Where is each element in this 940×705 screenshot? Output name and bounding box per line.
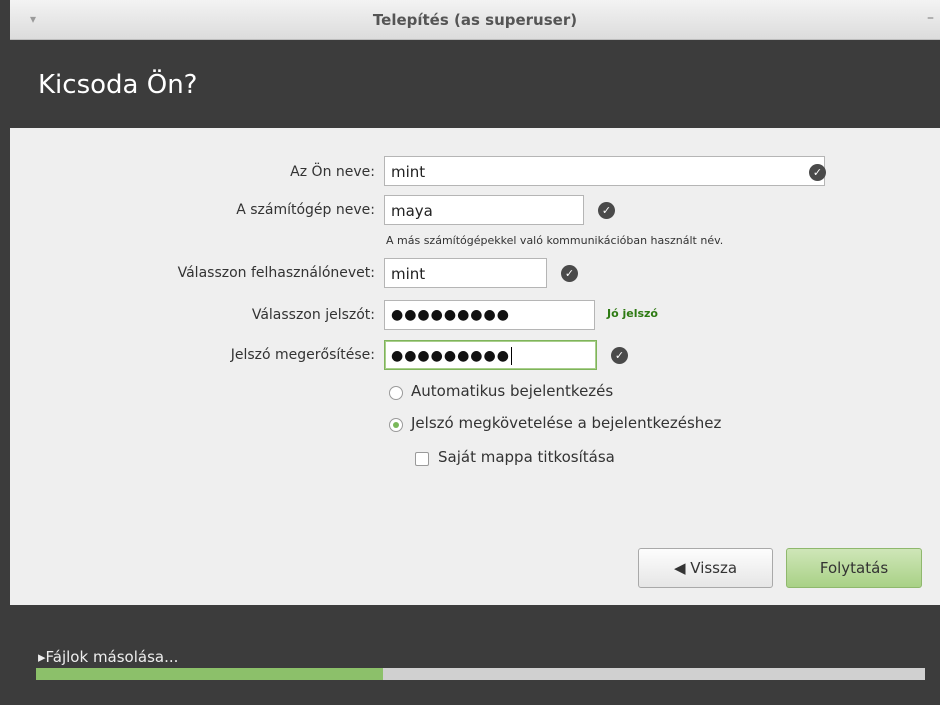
back-button[interactable]: ◀ Vissza [638,548,773,588]
back-button-label: Vissza [690,559,738,577]
progress-bar-fill [36,668,383,680]
confirm-password-label: Jelszó megerősítése: [230,347,375,363]
confirm-password-input[interactable]: ●●●●●●●●● [384,340,597,370]
name-input[interactable]: mint [384,156,825,186]
password-label: Válasszon jelszót: [251,307,375,323]
require-password-radio[interactable] [389,418,403,432]
confirm-password-value: ●●●●●●●●● [391,348,510,364]
copy-status-toggle[interactable]: ▸Fájlok másolása... [38,648,178,666]
username-input[interactable]: mint [384,258,547,288]
require-password-label[interactable]: Jelszó megkövetelése a bejelentkezéshez [411,414,721,432]
progress-footer: ▸Fájlok másolása... [10,605,940,705]
name-label: Az Ön neve: [290,164,375,180]
text-caret [510,347,512,365]
page-title: Kicsoda Ön? [38,70,198,100]
confirm-password-valid-icon: ✓ [611,347,628,364]
back-arrow-icon: ◀ [673,559,686,577]
window-title: Telepítés (as superuser) [372,11,578,29]
computer-name-input[interactable]: maya [384,195,584,225]
name-valid-icon: ✓ [809,164,826,181]
title-bar[interactable]: ▾ Telepítés (as superuser) – [10,0,940,40]
auto-login-label[interactable]: Automatikus bejelentkezés [411,382,613,400]
installer-window: ▾ Telepítés (as superuser) – Kicsoda Ön?… [0,0,940,705]
computer-name-label: A számítógép neve: [236,202,375,218]
computer-name-valid-icon: ✓ [598,202,615,219]
username-label: Válasszon felhasználónevet: [177,265,375,281]
user-form: Az Ön neve: mint ✓ A számítógép neve: ma… [10,128,940,605]
progress-bar [36,668,925,680]
minimize-button[interactable]: – [927,10,934,26]
encrypt-home-checkbox[interactable] [415,452,429,466]
auto-login-radio[interactable] [389,386,403,400]
password-input[interactable]: ●●●●●●●●● [384,300,595,330]
page-header: Kicsoda Ön? [10,40,940,128]
password-strength-label: Jó jelszó [607,307,658,320]
continue-button[interactable]: Folytatás [786,548,922,588]
encrypt-home-label[interactable]: Saját mappa titkosítása [438,448,615,466]
username-valid-icon: ✓ [561,265,578,282]
computer-name-hint: A más számítógépekkel való kommunikációb… [386,234,724,247]
